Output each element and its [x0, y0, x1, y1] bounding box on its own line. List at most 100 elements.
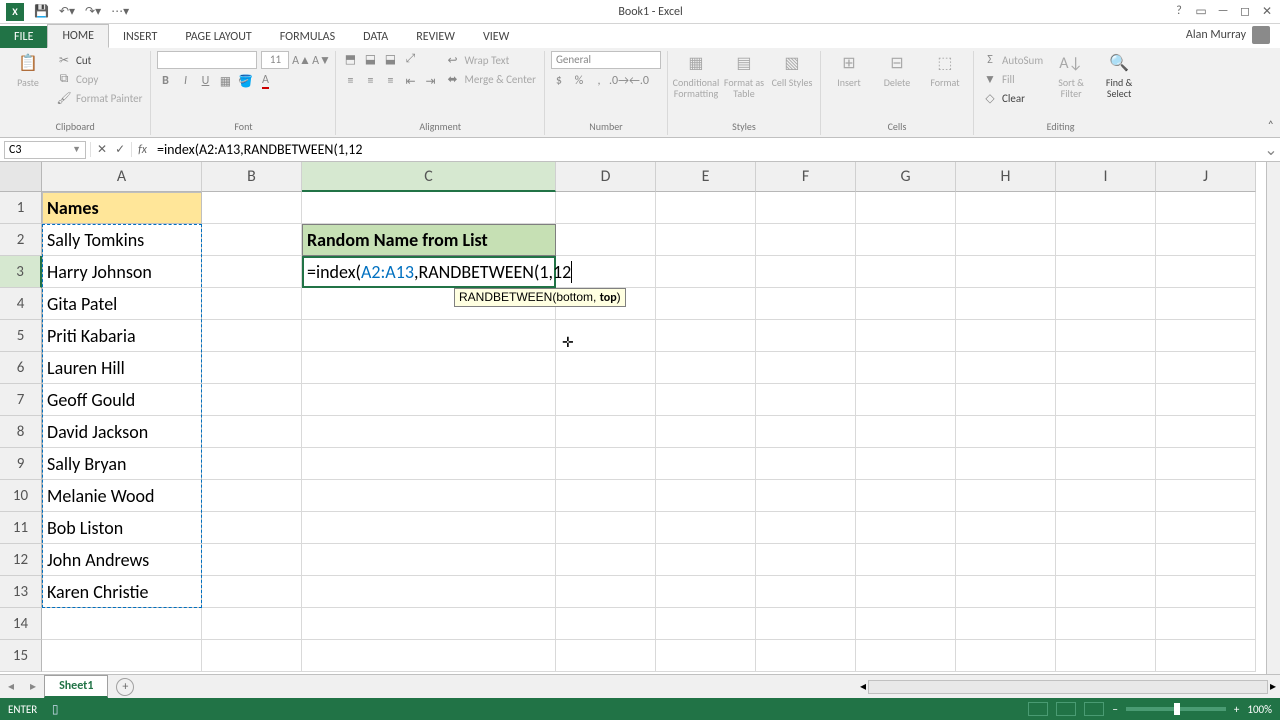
cell[interactable] — [856, 512, 956, 544]
zoom-slider[interactable] — [1126, 707, 1226, 711]
cell[interactable] — [202, 352, 302, 384]
cell[interactable] — [302, 512, 556, 544]
cell[interactable] — [1156, 288, 1256, 320]
row-header[interactable]: 11 — [0, 512, 42, 544]
sheet-nav-prev-icon[interactable]: ◂ — [0, 679, 22, 694]
cell[interactable] — [656, 352, 756, 384]
cell[interactable] — [202, 448, 302, 480]
cell[interactable] — [956, 608, 1056, 640]
row-header[interactable]: 6 — [0, 352, 42, 384]
name-box[interactable]: C3 ▼ — [4, 141, 86, 159]
cell[interactable] — [202, 512, 302, 544]
tab-page-layout[interactable]: PAGE LAYOUT — [171, 26, 265, 48]
cell[interactable] — [1056, 320, 1156, 352]
cell[interactable] — [756, 512, 856, 544]
column-header[interactable]: D — [556, 162, 656, 192]
cell[interactable] — [856, 608, 956, 640]
cell[interactable] — [756, 192, 856, 224]
undo-icon[interactable]: ↶▾ — [59, 4, 75, 19]
orientation-icon[interactable]: ⤢ — [402, 51, 418, 67]
cell[interactable]: Geoff Gould — [42, 384, 202, 416]
maximize-icon[interactable]: ◻ — [1238, 4, 1252, 19]
tab-view[interactable]: VIEW — [469, 26, 523, 48]
cell[interactable] — [1056, 448, 1156, 480]
cell[interactable] — [556, 608, 656, 640]
cell[interactable] — [856, 640, 956, 672]
scroll-track[interactable] — [868, 680, 1268, 694]
increase-decimal-icon[interactable]: .0→ — [611, 73, 627, 89]
cell[interactable]: Sally Tomkins — [42, 224, 202, 256]
cell[interactable] — [956, 384, 1056, 416]
cell[interactable] — [1156, 576, 1256, 608]
cell[interactable]: Melanie Wood — [42, 480, 202, 512]
scroll-left-icon[interactable]: ◂ — [860, 679, 866, 694]
row-header[interactable]: 4 — [0, 288, 42, 320]
row-header[interactable]: 8 — [0, 416, 42, 448]
cell[interactable] — [856, 384, 956, 416]
align-left-icon[interactable]: ≡ — [342, 73, 358, 89]
minimize-icon[interactable]: — — [1216, 4, 1230, 19]
cell[interactable] — [756, 448, 856, 480]
cell[interactable] — [656, 416, 756, 448]
help-icon[interactable]: ? — [1172, 4, 1186, 19]
ribbon-display-icon[interactable]: ▭ — [1194, 4, 1208, 19]
close-icon[interactable]: ✕ — [1260, 4, 1274, 19]
cell[interactable] — [1156, 640, 1256, 672]
cell[interactable] — [42, 640, 202, 672]
number-format-select[interactable]: General — [551, 51, 661, 69]
format-painter-button[interactable]: 🖌Format Painter — [54, 89, 144, 107]
cell[interactable] — [956, 416, 1056, 448]
italic-icon[interactable]: I — [177, 73, 193, 89]
row-header[interactable]: 1 — [0, 192, 42, 224]
cell[interactable] — [756, 640, 856, 672]
cell[interactable] — [756, 384, 856, 416]
cell[interactable]: =index(A2:A13,RANDBETWEEN(1,12RANDBETWEE… — [302, 256, 556, 288]
cell[interactable] — [756, 352, 856, 384]
row-header[interactable]: 3 — [0, 256, 42, 288]
cell[interactable] — [302, 192, 556, 224]
percent-icon[interactable]: % — [571, 73, 587, 89]
cell[interactable] — [1056, 416, 1156, 448]
copy-button[interactable]: ⧉Copy — [54, 70, 144, 88]
cell[interactable] — [956, 480, 1056, 512]
cell[interactable] — [1156, 320, 1256, 352]
cell[interactable]: Names — [42, 192, 202, 224]
macro-record-icon[interactable]: ▯ — [47, 701, 63, 717]
cell[interactable]: Bob Liston — [42, 512, 202, 544]
align-right-icon[interactable]: ≡ — [382, 73, 398, 89]
cell[interactable]: Gita Patel — [42, 288, 202, 320]
cell[interactable] — [956, 288, 1056, 320]
cell[interactable] — [1056, 224, 1156, 256]
cell[interactable] — [956, 192, 1056, 224]
cell[interactable] — [856, 448, 956, 480]
cell[interactable]: Random Name from List — [302, 224, 556, 256]
tab-formulas[interactable]: FORMULAS — [266, 26, 349, 48]
column-header[interactable]: E — [656, 162, 756, 192]
cell[interactable] — [1056, 544, 1156, 576]
cell[interactable] — [302, 320, 556, 352]
cell[interactable] — [1156, 416, 1256, 448]
font-color-icon[interactable]: A — [257, 73, 273, 89]
column-header[interactable]: G — [856, 162, 956, 192]
cell[interactable] — [856, 352, 956, 384]
cell[interactable] — [956, 256, 1056, 288]
decrease-font-icon[interactable]: A▼ — [313, 52, 329, 68]
vertical-scrollbar[interactable] — [1266, 162, 1280, 674]
normal-view-icon[interactable] — [1028, 702, 1048, 716]
cell[interactable] — [856, 544, 956, 576]
comma-icon[interactable]: , — [591, 73, 607, 89]
cell[interactable] — [1056, 256, 1156, 288]
cell[interactable] — [1056, 384, 1156, 416]
save-icon[interactable]: 💾 — [34, 4, 49, 19]
paste-button[interactable]: 📋 Paste — [6, 51, 50, 88]
cell[interactable] — [202, 608, 302, 640]
cell[interactable] — [556, 416, 656, 448]
row-header[interactable]: 12 — [0, 544, 42, 576]
cell[interactable] — [1156, 256, 1256, 288]
column-header[interactable]: H — [956, 162, 1056, 192]
cancel-formula-icon[interactable]: ✕ — [97, 142, 107, 157]
tab-home[interactable]: HOME — [47, 24, 109, 48]
find-select-button[interactable]: 🔍Find & Select — [1097, 51, 1141, 99]
cell[interactable] — [42, 608, 202, 640]
cell[interactable] — [756, 480, 856, 512]
